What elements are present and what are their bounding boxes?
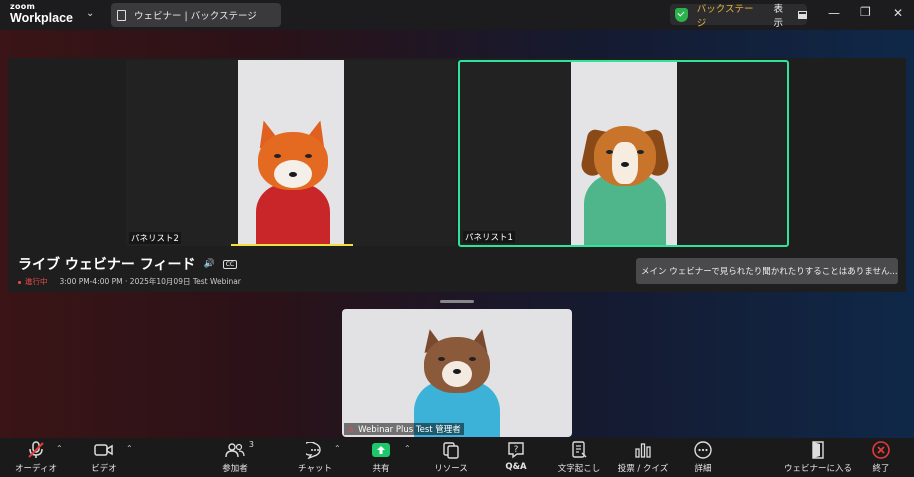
polls-label: 投票 / クイズ — [617, 464, 669, 474]
end-label: 終了 — [872, 464, 890, 474]
tile-label: パネリスト2 — [129, 232, 181, 244]
tile-label: パネリスト1 — [463, 231, 515, 243]
feed-title-row: ライブ ウェビナー フィード 🔊 CC — [18, 254, 238, 274]
backstage-status-pill[interactable]: バックステージ 表示 — [670, 4, 807, 29]
video-tile-panelist-1[interactable]: パネリスト1 — [458, 60, 789, 247]
video-label: ビデオ — [91, 464, 117, 474]
more-label: 詳細 — [694, 464, 712, 474]
self-view-tile[interactable]: ⚠ Webinar Plus Test 管理者 — [342, 309, 572, 437]
view-button[interactable]: 表示 — [774, 1, 793, 29]
participants-label: 参加者 — [222, 464, 248, 474]
mic-muted-icon — [27, 438, 45, 462]
chevron-down-icon[interactable]: ⌄ — [86, 8, 94, 19]
share-label: 共有 — [372, 464, 390, 474]
closed-caption-icon[interactable]: CC — [222, 259, 238, 269]
audio-button[interactable]: オーディオ — [15, 438, 57, 477]
close-icon[interactable]: ✕ — [893, 6, 903, 20]
minimize-icon[interactable]: — — [828, 6, 840, 20]
live-webinar-feed: パネリスト2 パネリスト1 ライブ ウェビナー フィード 🔊 CC 進行中 3:… — [8, 58, 906, 292]
meeting-toolbar: オーディオ ⌃ ビデオ ⌃ 3 参加者 チャット ⌃ 共有 ⌃ リソース ? Q… — [0, 438, 914, 477]
more-button[interactable]: 詳細 — [690, 438, 716, 477]
participant-count: 3 — [248, 440, 254, 449]
shield-check-icon — [675, 7, 688, 22]
backstage-label: バックステージ — [696, 3, 754, 29]
share-icon — [372, 438, 390, 462]
participants-button[interactable]: 3 参加者 — [218, 438, 254, 477]
backstage-notice: メイン ウェビナーで見られたり聞かれたりすることはありません... — [636, 258, 898, 284]
window-tab-title: ウェビナー | バックステージ — [134, 11, 257, 22]
chat-options-chevron-icon[interactable]: ⌃ — [334, 444, 341, 453]
speaker-icon[interactable]: 🔊 — [203, 259, 214, 269]
poll-icon — [634, 438, 652, 462]
qa-icon: ? — [507, 438, 525, 462]
enter-door-icon — [811, 438, 825, 462]
chat-icon — [306, 438, 324, 462]
logo-workplace-text: Workplace — [10, 11, 73, 25]
resources-icon — [442, 438, 460, 462]
audio-label: オーディオ — [15, 464, 57, 474]
captions-icon — [570, 438, 588, 462]
window-tab[interactable]: ウェビナー | バックステージ — [111, 3, 281, 27]
video-tile-panelist-2[interactable]: パネリスト2 — [126, 60, 456, 246]
webinar-meta: 3:00 PM-4:00 PM · 2025年10月09日 Test Webin… — [59, 277, 241, 286]
document-icon — [117, 9, 126, 21]
qa-label: Q&A — [505, 462, 527, 472]
mic-muted-icon: ⚠ — [347, 424, 355, 434]
join-webinar-button[interactable]: ウェビナーに入る — [784, 438, 852, 477]
people-icon: 3 — [225, 438, 254, 462]
captions-label: 文字起こし — [557, 464, 601, 474]
audio-options-chevron-icon[interactable]: ⌃ — [56, 444, 63, 453]
self-view-label: Webinar Plus Test 管理者 — [358, 425, 461, 435]
zoom-workplace-logo[interactable]: zoom Workplace — [10, 3, 73, 25]
captions-button[interactable]: 文字起こし — [556, 438, 602, 477]
view-layout-icon — [798, 10, 807, 19]
feed-meta: 進行中 3:00 PM-4:00 PM · 2025年10月09日 Test W… — [18, 276, 241, 287]
join-webinar-label: ウェビナーに入る — [784, 464, 853, 474]
live-status: 進行中 — [18, 276, 48, 287]
camera-icon — [94, 438, 114, 462]
share-button[interactable]: 共有 — [366, 438, 396, 477]
speaking-indicator — [231, 244, 353, 246]
live-dot-icon — [18, 280, 21, 284]
more-icon — [694, 438, 712, 462]
resources-button[interactable]: リソース — [434, 438, 468, 477]
chat-label: チャット — [298, 464, 332, 474]
video-button[interactable]: ビデオ — [86, 438, 122, 477]
share-options-chevron-icon[interactable]: ⌃ — [404, 444, 411, 453]
qa-button[interactable]: ? Q&A — [502, 438, 530, 477]
restore-icon[interactable]: ❐ — [860, 5, 871, 19]
end-icon — [872, 438, 890, 462]
resize-handle[interactable] — [440, 300, 474, 303]
end-button[interactable]: 終了 — [866, 438, 896, 477]
resources-label: リソース — [434, 464, 468, 474]
logo-zoom-text: zoom — [10, 2, 36, 11]
svg-text:?: ? — [514, 445, 519, 455]
video-options-chevron-icon[interactable]: ⌃ — [126, 444, 133, 453]
title-bar: zoom Workplace ⌄ ウェビナー | バックステージ バックステージ… — [0, 0, 914, 30]
self-view-label-row: ⚠ Webinar Plus Test 管理者 — [344, 423, 464, 435]
chat-button[interactable]: チャット — [298, 438, 332, 477]
feed-title: ライブ ウェビナー フィード — [18, 257, 196, 273]
polls-button[interactable]: 投票 / クイズ — [616, 438, 670, 477]
